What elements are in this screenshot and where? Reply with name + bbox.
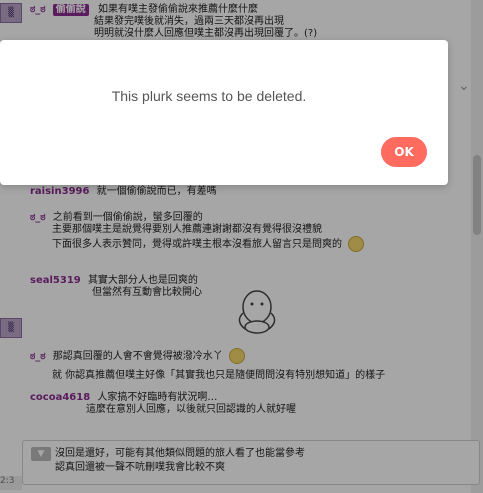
alert-dialog: This plurk seems to be deleted. OK (0, 40, 448, 185)
ok-button[interactable]: OK (381, 137, 427, 167)
dialog-message: This plurk seems to be deleted. (111, 88, 307, 104)
